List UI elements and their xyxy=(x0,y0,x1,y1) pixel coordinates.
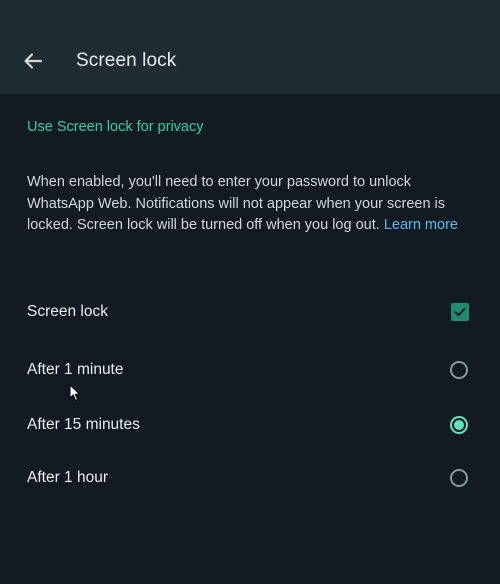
timeout-option-1-minute[interactable]: After 1 minute xyxy=(27,355,473,385)
timeout-label: After 1 hour xyxy=(27,469,108,486)
description-text: When enabled, you'll need to enter your … xyxy=(27,172,467,237)
timeout-label: After 1 minute xyxy=(27,361,124,378)
radio-button[interactable] xyxy=(450,361,468,379)
screen-lock-checkbox[interactable] xyxy=(451,303,469,321)
header: Screen lock xyxy=(0,0,500,94)
screen-lock-label: Screen lock xyxy=(27,303,108,320)
timeout-label: After 15 minutes xyxy=(27,416,140,433)
screen-lock-toggle-row[interactable]: Screen lock xyxy=(27,297,473,327)
mouse-cursor-icon xyxy=(69,384,81,402)
learn-more-link[interactable]: Learn more xyxy=(384,217,458,233)
checkmark-icon xyxy=(454,307,466,317)
page-title: Screen lock xyxy=(76,50,177,71)
arrow-left-icon xyxy=(24,53,43,69)
description-body: When enabled, you'll need to enter your … xyxy=(27,174,446,233)
timeout-option-15-minutes[interactable]: After 15 minutes xyxy=(27,410,473,440)
radio-button-selected[interactable] xyxy=(450,416,468,434)
back-button[interactable] xyxy=(18,46,48,76)
radio-button[interactable] xyxy=(450,469,468,487)
section-title: Use Screen lock for privacy xyxy=(27,119,204,135)
radio-dot xyxy=(454,420,464,430)
timeout-option-1-hour[interactable]: After 1 hour xyxy=(27,463,473,493)
